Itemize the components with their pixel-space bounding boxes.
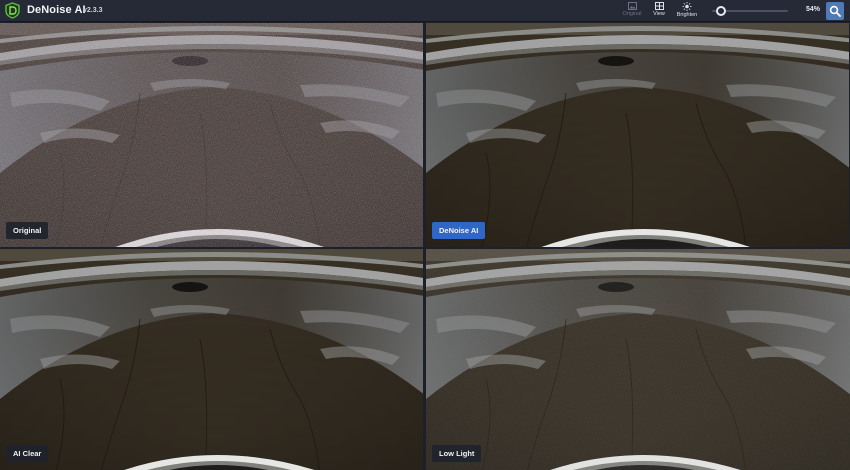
view-tool-button[interactable]: View	[644, 1, 674, 21]
image-icon	[627, 2, 637, 10]
road-scene-image	[426, 249, 850, 470]
original-tool-button[interactable]: Original	[617, 1, 647, 21]
zoom-level: 54%	[805, 6, 820, 13]
sun-icon	[682, 2, 692, 11]
pane-label: Low Light	[432, 445, 482, 462]
zoom-slider-handle[interactable]	[716, 6, 727, 16]
split-view-icon	[654, 2, 664, 10]
road-scene-image	[0, 23, 423, 247]
brighten-tool-label: Brighten	[676, 12, 698, 18]
original-tool-label: Original	[622, 11, 642, 17]
magnifier-icon	[829, 5, 841, 17]
preview-pane-original[interactable]: Original	[0, 23, 423, 247]
preview-pane-low-light[interactable]: Low Light	[426, 249, 850, 470]
top-bar: DeNoise AI v2.3.3 Original View Brighten	[0, 0, 850, 22]
pane-label: Original	[6, 222, 49, 239]
pane-label: AI Clear	[6, 445, 49, 462]
pane-label: DeNoise AI	[432, 222, 486, 239]
app-title: DeNoise AI	[27, 4, 86, 16]
app-version: v2.3.3	[83, 7, 103, 14]
road-scene-image	[426, 23, 849, 247]
brighten-tool-button[interactable]: Brighten	[672, 1, 702, 21]
zoom-button[interactable]	[826, 2, 844, 20]
view-tool-label: View	[653, 11, 665, 17]
preview-pane-ai-clear[interactable]: AI Clear	[0, 249, 423, 470]
road-scene-image	[0, 249, 423, 470]
denoise-logo-icon	[5, 2, 20, 19]
preview-pane-denoise-ai[interactable]: DeNoise AI	[426, 23, 849, 247]
